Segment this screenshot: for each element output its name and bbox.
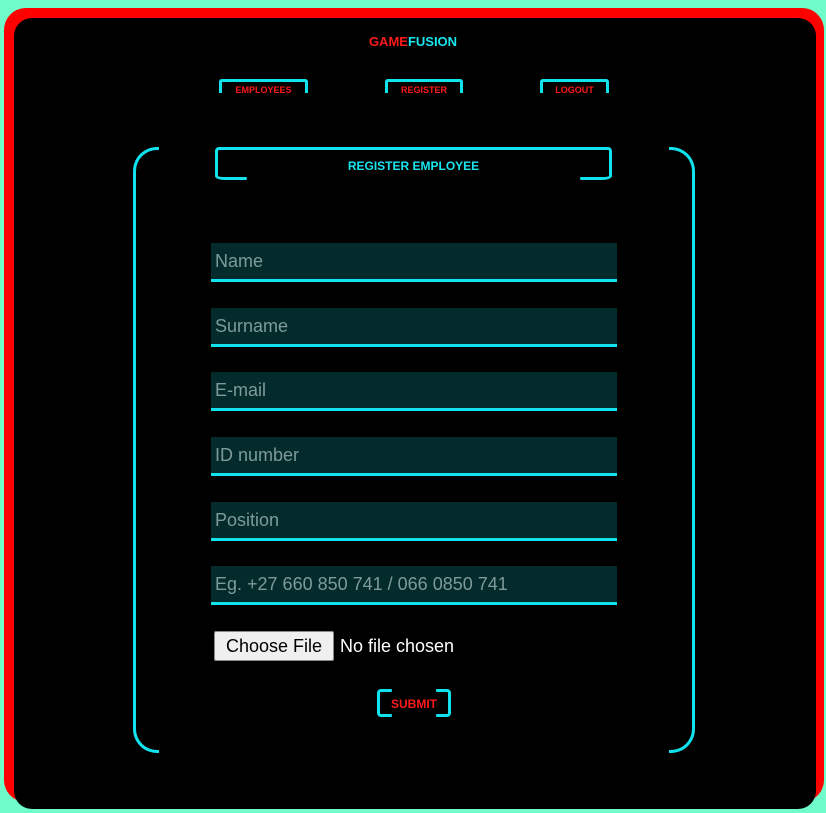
file-status: No file chosen bbox=[340, 635, 455, 656]
brand-logo-fusion: FUSION bbox=[407, 34, 458, 49]
email-input[interactable] bbox=[211, 372, 617, 411]
choose-file-button[interactable]: Choose File bbox=[214, 631, 334, 661]
form-card-left-bracket bbox=[133, 147, 159, 753]
submit-button-frame[interactable] bbox=[377, 689, 451, 717]
surname-input[interactable] bbox=[211, 308, 617, 347]
phone-input[interactable] bbox=[211, 566, 617, 605]
nav-logout-button[interactable]: LOGOUT bbox=[540, 79, 609, 95]
id-number-input[interactable] bbox=[211, 437, 617, 476]
position-input[interactable] bbox=[211, 502, 617, 541]
brand-logo[interactable]: GAMEFUSION bbox=[0, 34, 826, 49]
nav-register-button[interactable]: REGISTER bbox=[385, 79, 463, 95]
form-title: REGISTER EMPLOYEE bbox=[347, 159, 480, 173]
form-card-right-bracket bbox=[669, 147, 695, 753]
name-input[interactable] bbox=[211, 243, 617, 282]
nav-employees-button[interactable]: EMPLOYEES bbox=[219, 79, 308, 95]
brand-logo-game: GAME bbox=[368, 34, 408, 49]
file-upload: Choose File No file chosen bbox=[214, 631, 454, 661]
